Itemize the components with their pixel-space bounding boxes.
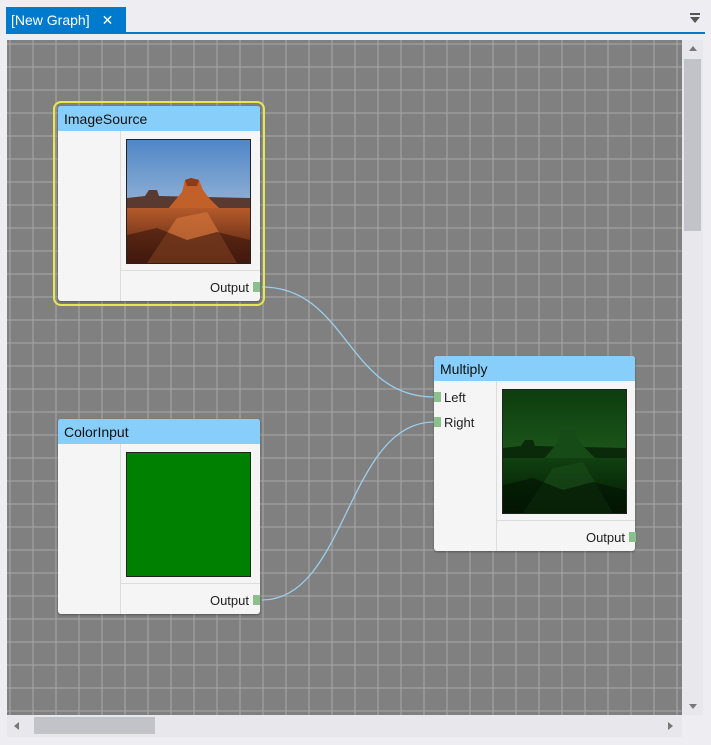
right-input-port[interactable]: [434, 417, 441, 427]
left-input-label: Left: [444, 390, 466, 405]
result-preview: [502, 389, 627, 514]
color-preview: [126, 452, 251, 577]
scroll-down-icon[interactable]: [689, 704, 697, 709]
close-icon[interactable]: ✕: [102, 13, 114, 27]
image-preview: [126, 139, 251, 264]
node-input-area: [434, 381, 497, 551]
output-label: Output: [209, 593, 249, 608]
scroll-left-icon[interactable]: [14, 722, 19, 730]
vertical-scrollbar[interactable]: [682, 40, 703, 715]
node-colorinput[interactable]: ColorInput Output: [58, 419, 260, 614]
tab-underline: [6, 32, 705, 34]
document-tab-strip: [New Graph] ✕: [0, 0, 711, 34]
desert-landscape-image: [127, 140, 250, 263]
node-title[interactable]: ImageSource: [58, 106, 260, 131]
scroll-up-icon[interactable]: [689, 46, 697, 51]
node-input-area: [58, 444, 121, 614]
output-port[interactable]: [253, 595, 260, 605]
output-port[interactable]: [253, 282, 260, 292]
graph-canvas[interactable]: ImageSource Output ColorInput Output Mul…: [7, 40, 682, 715]
node-multiply[interactable]: Multiply Left Right Output: [434, 356, 636, 551]
wire-imagesource-to-left[interactable]: [261, 286, 435, 398]
scrollbar-corner: [682, 715, 703, 737]
node-title[interactable]: Multiply: [434, 356, 635, 381]
output-label: Output: [585, 530, 625, 545]
horizontal-scrollbar[interactable]: [7, 715, 682, 737]
node-imagesource[interactable]: ImageSource Output: [53, 101, 265, 306]
horizontal-scroll-thumb[interactable]: [34, 717, 155, 734]
scroll-right-icon[interactable]: [668, 722, 673, 730]
output-label: Output: [209, 280, 249, 295]
left-input-port[interactable]: [434, 392, 441, 402]
output-port[interactable]: [629, 532, 636, 542]
wire-colorinput-to-right[interactable]: [261, 421, 435, 601]
multiplied-image: [503, 390, 626, 513]
vertical-scroll-thumb[interactable]: [684, 59, 701, 231]
node-input-area: [58, 131, 121, 301]
tab-new-graph[interactable]: [New Graph] ✕: [6, 7, 126, 32]
dropdown-menu-icon[interactable]: [689, 12, 701, 26]
tab-title: [New Graph]: [11, 11, 90, 28]
right-input-label: Right: [444, 415, 475, 430]
node-title[interactable]: ColorInput: [58, 419, 260, 444]
